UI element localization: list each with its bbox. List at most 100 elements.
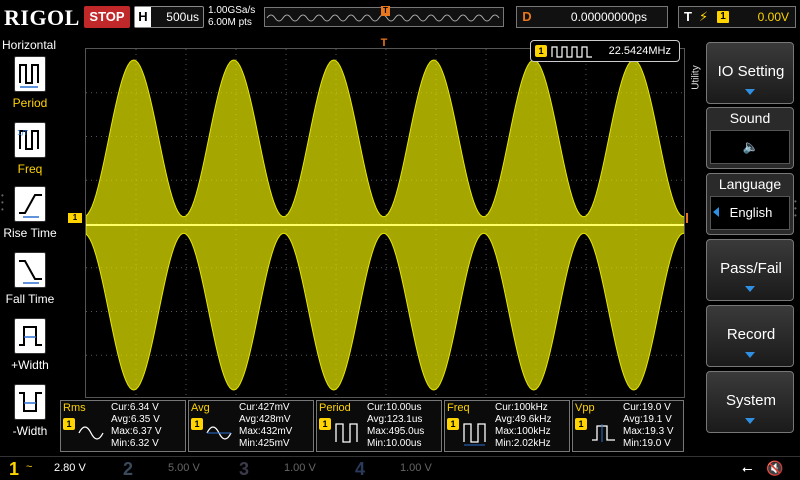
- language-button[interactable]: Language English: [706, 173, 794, 235]
- rigol-logo: RIGOL: [4, 5, 80, 30]
- period-icon: [14, 56, 46, 92]
- frequency-icon: [463, 423, 486, 446]
- timebase-indicator[interactable]: H 500us: [134, 6, 204, 28]
- measure-label-rise-time: Rise Time: [3, 226, 57, 240]
- stat-cur: Cur:100kHz: [495, 402, 548, 413]
- stat-avg: Avg:19.1 V: [623, 414, 672, 425]
- delay-label: D: [517, 7, 537, 27]
- chevron-down-icon: [745, 286, 755, 292]
- sound-value-box: 🔈: [710, 130, 790, 164]
- sound-button[interactable]: Sound 🔈: [706, 107, 794, 169]
- measurement-freq[interactable]: Freq 1 Cur:100kHz Avg:49.6kHz Max:100kHz…: [444, 400, 570, 452]
- trigger-source-badge: 1: [717, 11, 729, 23]
- measure-item-freq[interactable]: 1/T Freq: [0, 122, 60, 184]
- delay-indicator[interactable]: D 0.00000000ps: [516, 6, 668, 28]
- channel-4-scale: 1.00 V: [400, 462, 432, 474]
- language-value: English: [729, 205, 773, 220]
- meas-channel-badge: 1: [319, 418, 331, 430]
- scroll-dots-icon: • • •: [794, 197, 797, 220]
- stat-max: Max:6.37 V: [111, 426, 162, 437]
- trigger-level-value: 0.00V: [757, 10, 789, 24]
- measure-menu: Horizontal Period 1/T Freq • • • Rise Time…: [0, 36, 60, 456]
- channel-4-status[interactable]: 4 1.00 V: [350, 459, 460, 479]
- measurement-rms[interactable]: Rms 1 Cur:6.34 V Avg:6.35 V Max:6.37 V M…: [60, 400, 186, 452]
- ch1-waveform: [86, 59, 684, 391]
- rise-time-icon: [14, 186, 46, 222]
- measure-label-positive-width: +Width: [11, 358, 49, 372]
- vpp-icon: [592, 424, 615, 442]
- trigger-indicator[interactable]: T ⚡ 1 0.00V: [678, 6, 796, 28]
- io-setting-button[interactable]: IO Setting: [706, 42, 794, 104]
- measurement-avg[interactable]: Avg 1 Cur:427mV Avg:428mV Max:432mV Min:…: [188, 400, 314, 452]
- waveform-display[interactable]: [85, 48, 685, 398]
- meas-channel-badge: 1: [575, 418, 587, 430]
- timebase-value: 500us: [166, 10, 199, 24]
- system-label: System: [725, 392, 776, 409]
- channel-2-number: 2: [122, 459, 133, 479]
- measure-label-fall-time: Fall Time: [5, 292, 55, 306]
- ac-coupling-icon: ~: [26, 461, 33, 473]
- measurement-period[interactable]: Period 1 Cur:10.00us Avg:123.1us Max:495…: [316, 400, 442, 452]
- stat-cur: Cur:19.0 V: [623, 402, 671, 413]
- measure-label-freq: Freq: [17, 162, 43, 176]
- measure-item-negative-width[interactable]: -Width: [0, 384, 60, 446]
- record-button[interactable]: Record: [706, 305, 794, 367]
- meas-channel-badge: 1: [447, 418, 459, 430]
- run-stop-indicator[interactable]: STOP: [84, 6, 130, 28]
- freq-counter-value: 22.5424MHz: [608, 45, 671, 57]
- sound-title: Sound: [729, 110, 771, 126]
- square-wave-icon: [551, 46, 592, 58]
- chevron-down-icon: [745, 352, 755, 358]
- channel-1-number: 1: [8, 459, 19, 479]
- channel-3-status[interactable]: 3 1.00 V: [234, 459, 344, 479]
- average-icon: [206, 426, 232, 440]
- language-value-box: English: [710, 196, 790, 230]
- memory-trigger-marker: T: [381, 6, 390, 16]
- speaker-mute-icon: 🔇: [766, 460, 784, 476]
- meas-name: Rms: [63, 402, 86, 414]
- stat-avg: Avg:49.6kHz: [495, 414, 552, 425]
- stat-min: Min:425mV: [239, 438, 290, 449]
- measure-item-positive-width[interactable]: +Width: [0, 318, 60, 380]
- meas-stats: Cur:427mV Avg:428mV Max:432mV Min:425mV: [239, 402, 292, 450]
- meas-name: Period: [319, 402, 351, 414]
- stat-cur: Cur:427mV: [239, 402, 290, 413]
- positive-width-icon: [14, 318, 46, 354]
- top-status-bar: RIGOL STOP H 500us 1.00GSa/s 6.00M pts T…: [0, 0, 800, 36]
- stat-avg: Avg:428mV: [239, 414, 291, 425]
- stat-min: Min:2.02kHz: [495, 438, 551, 449]
- meas-stats: Cur:6.34 V Avg:6.35 V Max:6.37 V Min:6.3…: [111, 402, 162, 450]
- stat-min: Min:10.00us: [367, 438, 422, 449]
- channel-status-bar: 1 ~ 2.80 V 2 5.00 V 3 1.00 V 4 1.00 V ⭠ …: [0, 456, 800, 480]
- stat-avg: Avg:123.1us: [367, 414, 423, 425]
- measure-label-negative-width: -Width: [12, 424, 48, 438]
- channel-3-number: 3: [238, 459, 249, 479]
- stat-min: Min:19.0 V: [623, 438, 671, 449]
- chevron-down-icon: [745, 89, 755, 95]
- utility-menu-tab: Utility: [688, 54, 704, 104]
- ch1-offset-marker[interactable]: 1: [68, 213, 82, 223]
- chevron-down-icon: [745, 418, 755, 424]
- channel-4-number: 4: [354, 459, 365, 479]
- delay-value: 0.00000000ps: [570, 10, 647, 24]
- stat-max: Max:432mV: [239, 426, 293, 437]
- measure-label-period: Period: [12, 96, 48, 110]
- measure-item-fall-time[interactable]: Fall Time: [0, 252, 60, 314]
- meas-stats: Cur:100kHz Avg:49.6kHz Max:100kHz Min:2.…: [495, 402, 552, 450]
- system-button[interactable]: System: [706, 371, 794, 433]
- stat-max: Max:19.3 V: [623, 426, 674, 437]
- trigger-label: T: [684, 9, 692, 24]
- meas-name: Vpp: [575, 402, 595, 414]
- speaker-icon: 🔈: [742, 139, 760, 154]
- fall-time-icon: [14, 252, 46, 288]
- pass-fail-button[interactable]: Pass/Fail: [706, 239, 794, 301]
- stat-avg: Avg:6.35 V: [111, 414, 160, 425]
- measurement-vpp[interactable]: Vpp 1 Cur:19.0 V Avg:19.1 V Max:19.3 V M…: [572, 400, 684, 452]
- measure-item-rise-time[interactable]: Rise Time: [0, 186, 60, 248]
- channel-1-status[interactable]: 1 ~ 2.80 V: [4, 459, 114, 479]
- channel-2-status[interactable]: 2 5.00 V: [118, 459, 228, 479]
- measure-item-period[interactable]: Period: [0, 56, 60, 118]
- rms-icon: [78, 426, 104, 440]
- channel-3-scale: 1.00 V: [284, 462, 316, 474]
- meas-stats: Cur:19.0 V Avg:19.1 V Max:19.3 V Min:19.…: [623, 402, 674, 450]
